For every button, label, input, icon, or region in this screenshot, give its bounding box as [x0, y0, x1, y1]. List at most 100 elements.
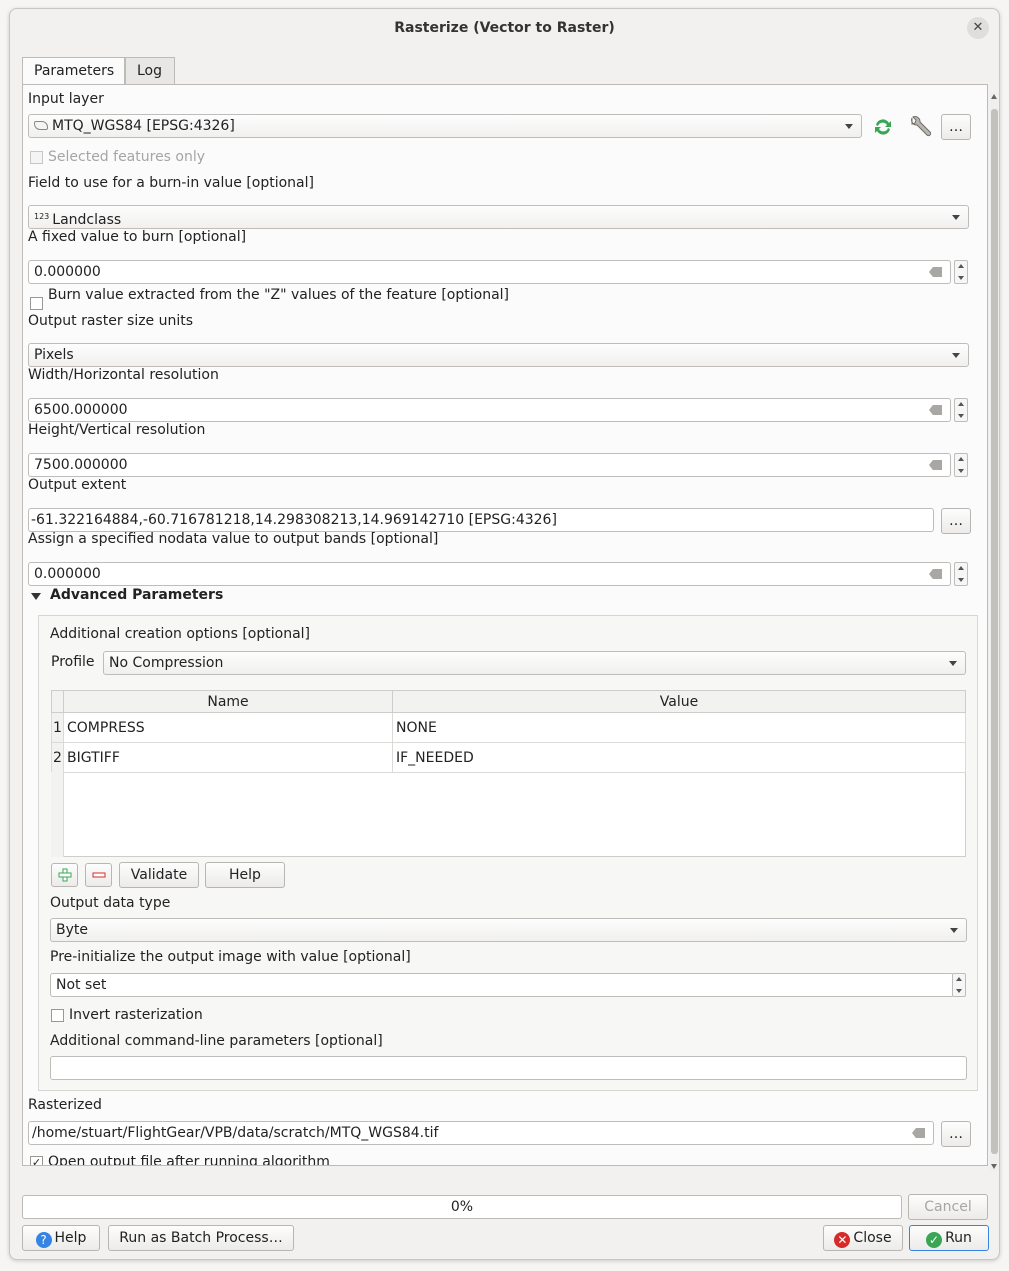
parameters-panel: Input layer MTQ_WGS84 [EPSG:4326] … Sele… [22, 84, 988, 1166]
nodata-spinner[interactable] [954, 562, 968, 586]
chevron-down-icon [949, 661, 957, 666]
checkmark-icon: ✓ [926, 1232, 943, 1248]
height-spinner[interactable] [954, 453, 968, 477]
wrench-icon[interactable] [907, 114, 933, 140]
cell-value[interactable]: IF_NEEDED [392, 742, 966, 773]
invert-checkbox[interactable] [51, 1009, 64, 1022]
clear-icon[interactable] [929, 405, 942, 415]
burn-field-value: Landclass [52, 212, 122, 228]
column-header-name[interactable]: Name [63, 690, 393, 713]
cmd-params-label: Additional command-line parameters [opti… [50, 1033, 383, 1049]
input-layer-value: MTQ_WGS84 [EPSG:4326] [52, 118, 235, 134]
chevron-down-icon [952, 215, 960, 220]
collapse-arrow-icon[interactable] [31, 593, 41, 600]
fixed-value-spinner[interactable] [954, 260, 968, 284]
width-label: Width/Horizontal resolution [28, 367, 219, 383]
row-number: 2 [51, 742, 64, 773]
selected-only-label: Selected features only [48, 149, 206, 165]
remove-row-button[interactable] [85, 863, 112, 887]
cell-name[interactable]: COMPRESS [63, 712, 393, 743]
help-options-button[interactable]: Help [205, 862, 285, 888]
extent-input[interactable]: -61.322164884,-60.716781218,14.298308213… [28, 508, 934, 532]
height-value: 7500.000000 [34, 457, 128, 473]
options-table: Name Value 1 COMPRESS NONE 2 BIGTIFF IF_… [51, 690, 966, 773]
burn-field-label: Field to use for a burn-in value [option… [28, 175, 314, 191]
rasterized-label: Rasterized [28, 1097, 102, 1113]
chevron-down-icon [845, 124, 853, 129]
clear-icon[interactable] [912, 1128, 925, 1138]
cancel-button[interactable]: Cancel [908, 1194, 988, 1220]
cell-value[interactable]: NONE [392, 712, 966, 743]
scrollbar-thumb[interactable] [991, 109, 998, 1154]
size-units-select[interactable]: Pixels [28, 343, 969, 367]
extent-value: -61.322164884,-60.716781218,14.298308213… [31, 512, 557, 528]
clear-icon[interactable] [929, 460, 942, 470]
profile-select[interactable]: No Compression [103, 651, 966, 675]
data-type-select[interactable]: Byte [50, 918, 967, 942]
add-row-button[interactable] [51, 863, 78, 887]
minus-icon [92, 872, 105, 878]
nodata-value: 0.000000 [34, 566, 101, 582]
table-row[interactable]: 2 BIGTIFF IF_NEEDED [51, 742, 966, 773]
table-row[interactable]: 1 COMPRESS NONE [51, 712, 966, 743]
run-button[interactable]: ✓ Run [909, 1225, 989, 1251]
init-value-spinner[interactable] [952, 973, 966, 997]
help-button[interactable]: ? Help [22, 1225, 100, 1251]
width-spinner[interactable] [954, 398, 968, 422]
selected-only-checkbox[interactable] [30, 151, 43, 164]
open-after-label: Open output file after running algorithm [48, 1154, 330, 1166]
init-value-input[interactable]: Not set [50, 973, 954, 997]
scroll-down-icon[interactable] [991, 1164, 997, 1169]
width-value: 6500.000000 [34, 402, 128, 418]
column-header-value[interactable]: Value [392, 690, 966, 713]
profile-value: No Compression [109, 655, 224, 671]
burn-field-select[interactable]: 123 Landclass [28, 205, 969, 229]
advanced-parameters-header[interactable]: Advanced Parameters [50, 587, 223, 603]
clear-icon[interactable] [929, 569, 942, 579]
input-layer-more-button[interactable]: … [941, 114, 971, 140]
size-units-value: Pixels [34, 347, 74, 363]
burn-z-checkbox[interactable] [30, 297, 43, 310]
nodata-label: Assign a specified nodata value to outpu… [28, 531, 439, 547]
run-button-label: Run [945, 1230, 972, 1246]
clear-icon[interactable] [929, 267, 942, 277]
window-title: Rasterize (Vector to Raster) [394, 20, 615, 36]
cell-name[interactable]: BIGTIFF [63, 742, 393, 773]
close-icon: ✕ [834, 1232, 851, 1248]
help-icon: ? [35, 1232, 52, 1248]
iterate-refresh-icon[interactable] [871, 115, 895, 139]
init-value-label: Pre-initialize the output image with val… [50, 949, 411, 965]
init-value-text: Not set [56, 977, 107, 993]
scroll-up-icon[interactable] [991, 94, 997, 99]
batch-process-button[interactable]: Run as Batch Process… [108, 1225, 294, 1251]
dialog-window: Rasterize (Vector to Raster) ✕ Parameter… [9, 8, 1000, 1260]
close-button[interactable]: ✕ Close [823, 1225, 903, 1251]
validate-button[interactable]: Validate [119, 862, 199, 888]
width-input[interactable]: 6500.000000 [28, 398, 951, 422]
extent-more-button[interactable]: … [941, 508, 971, 534]
input-layer-select[interactable]: MTQ_WGS84 [EPSG:4326] [28, 114, 862, 138]
rasterized-path-input[interactable]: /home/stuart/FlightGear/VPB/data/scratch… [28, 1121, 934, 1145]
fixed-value-input[interactable]: 0.000000 [28, 260, 951, 284]
cmd-params-input[interactable] [50, 1056, 967, 1080]
progress-text: 0% [450, 1199, 474, 1215]
rasterized-more-button[interactable]: … [941, 1121, 971, 1147]
table-corner [51, 690, 64, 713]
fixed-value-text: 0.000000 [34, 264, 101, 280]
burn-z-label: Burn value extracted from the "Z" values… [48, 287, 510, 303]
nodata-input[interactable]: 0.000000 [28, 562, 951, 586]
tab-parameters[interactable]: Parameters [22, 57, 125, 86]
data-type-value: Byte [56, 922, 88, 938]
profile-label: Profile [51, 654, 95, 670]
window-close-icon[interactable]: ✕ [967, 17, 989, 39]
close-button-label: Close [853, 1230, 892, 1246]
numeric-field-icon: 123 [34, 212, 50, 221]
data-type-label: Output data type [50, 895, 171, 911]
tab-log[interactable]: Log [125, 57, 175, 85]
creation-options-label: Additional creation options [optional] [50, 626, 311, 642]
chevron-down-icon [950, 928, 958, 933]
open-after-checkbox[interactable]: ✓ [30, 1156, 43, 1165]
size-units-label: Output raster size units [28, 313, 194, 329]
help-button-label: Help [54, 1230, 87, 1246]
height-input[interactable]: 7500.000000 [28, 453, 951, 477]
